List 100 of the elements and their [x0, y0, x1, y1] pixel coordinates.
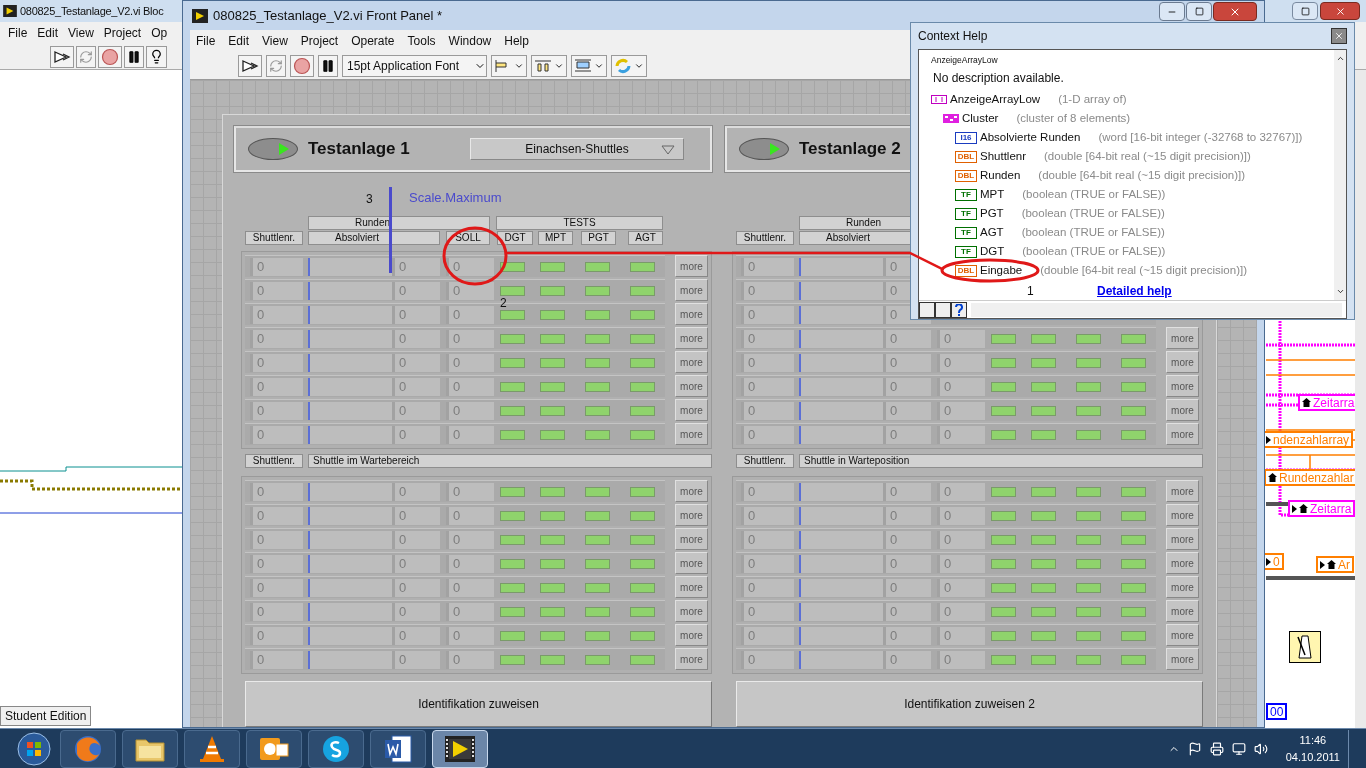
- resize-button[interactable]: [571, 54, 607, 77]
- font-dropdown[interactable]: 15pt Application Font: [342, 54, 487, 77]
- numeric-field: 0: [446, 578, 494, 597]
- more-button[interactable]: more: [1166, 576, 1199, 598]
- start-button[interactable]: [14, 729, 54, 768]
- volume-icon[interactable]: [1253, 741, 1268, 756]
- distribute-button[interactable]: [531, 54, 567, 77]
- type-tag: DBL: [955, 150, 977, 163]
- more-button[interactable]: more: [675, 303, 708, 325]
- assign-button[interactable]: Identifikation zuweisen: [245, 681, 712, 727]
- highlight-button[interactable]: [146, 45, 167, 68]
- maximize-button[interactable]: [1292, 2, 1318, 20]
- pause-button[interactable]: [124, 45, 144, 68]
- more-button[interactable]: more: [675, 327, 708, 349]
- more-button[interactable]: more: [675, 552, 708, 574]
- more-button[interactable]: more: [1166, 528, 1199, 550]
- detailed-help-link[interactable]: Detailed help: [1097, 282, 1172, 300]
- menu-item[interactable]: Project: [300, 32, 339, 50]
- help-button[interactable]: [951, 301, 967, 318]
- align-button[interactable]: [491, 54, 527, 77]
- taskbar-app[interactable]: [122, 729, 178, 768]
- close-button[interactable]: [1213, 2, 1257, 21]
- taskbar-app[interactable]: [370, 729, 426, 768]
- more-button[interactable]: more: [1166, 327, 1199, 349]
- more-button[interactable]: more: [675, 648, 708, 670]
- numeric-field: 0: [446, 506, 494, 525]
- house-icon: [1302, 398, 1311, 407]
- more-button[interactable]: more: [1166, 399, 1199, 421]
- more-button[interactable]: more: [1166, 504, 1199, 526]
- menu-item[interactable]: Window: [448, 32, 492, 50]
- scroll-down-icon[interactable]: [1335, 287, 1345, 296]
- more-button[interactable]: more: [1166, 423, 1199, 445]
- printer-icon[interactable]: [1209, 741, 1224, 756]
- more-button[interactable]: more: [1166, 375, 1199, 397]
- menu-item[interactable]: Op: [151, 24, 168, 42]
- numeric-field: 0: [937, 377, 985, 396]
- assign-button[interactable]: Identifikation zuweisen 2: [736, 681, 1203, 727]
- node-label: ndenzahlarray: [1273, 431, 1350, 449]
- more-button[interactable]: more: [675, 399, 708, 421]
- numeric-field: 0: [250, 554, 303, 573]
- more-button[interactable]: more: [675, 255, 708, 277]
- more-button[interactable]: more: [675, 624, 708, 646]
- menu-item[interactable]: View: [68, 24, 94, 42]
- resize-icon: [574, 58, 592, 73]
- numeric-field: 0: [392, 554, 440, 573]
- taskbar-app[interactable]: [308, 729, 364, 768]
- numeric-field: 0: [741, 530, 794, 549]
- numeric-field: 0: [392, 401, 440, 420]
- network-icon[interactable]: [1231, 741, 1246, 756]
- numeric-field: 0: [446, 626, 494, 645]
- more-button[interactable]: more: [1166, 351, 1199, 373]
- more-button[interactable]: more: [1166, 552, 1199, 574]
- type-description: (1-D array of): [1058, 91, 1127, 107]
- menu-item[interactable]: Operate: [351, 32, 395, 50]
- numeric-field: 0: [250, 578, 303, 597]
- scroll-up-icon[interactable]: [1335, 54, 1345, 63]
- more-button[interactable]: more: [1166, 648, 1199, 670]
- maximize-button[interactable]: [1186, 2, 1212, 21]
- scale-label: Scale.Maximum: [409, 189, 502, 207]
- more-button[interactable]: more: [675, 504, 708, 526]
- play-arrow-icon: [770, 143, 780, 155]
- more-button[interactable]: more: [675, 279, 708, 301]
- more-button[interactable]: more: [1166, 600, 1199, 622]
- more-button[interactable]: more: [675, 351, 708, 373]
- taskbar-app[interactable]: [184, 729, 240, 768]
- menu-item[interactable]: View: [262, 32, 288, 50]
- menu-item[interactable]: File: [196, 32, 216, 50]
- numeric-field: 0: [937, 329, 985, 348]
- numeric-field: 0: [937, 530, 985, 549]
- close-button[interactable]: [1331, 28, 1347, 44]
- house-icon: [1327, 560, 1336, 569]
- numeric-field: 0: [741, 482, 794, 501]
- more-button[interactable]: more: [675, 375, 708, 397]
- menu-item[interactable]: Help: [504, 32, 529, 50]
- reorder-button[interactable]: [611, 54, 647, 77]
- menu-item[interactable]: Project: [103, 24, 142, 42]
- more-button[interactable]: more: [1166, 624, 1199, 646]
- more-button[interactable]: more: [675, 576, 708, 598]
- menu-item[interactable]: Edit: [37, 24, 59, 42]
- more-button[interactable]: more: [1166, 480, 1199, 502]
- more-button[interactable]: more: [675, 528, 708, 550]
- mode-dropdown[interactable]: Einachsen-Shuttles: [470, 138, 684, 160]
- column-header: PGT: [581, 231, 616, 245]
- section-title: Testanlage 1: [308, 138, 410, 161]
- more-button[interactable]: more: [675, 600, 708, 622]
- pause-button[interactable]: [318, 54, 338, 77]
- vi-logo-icon: [192, 8, 208, 23]
- minimize-button[interactable]: [1159, 2, 1185, 21]
- node-label: Zeitarra: [1310, 500, 1352, 518]
- numeric-field: 0: [250, 305, 303, 324]
- menu-item[interactable]: Tools: [407, 32, 436, 50]
- more-button[interactable]: more: [675, 423, 708, 445]
- flag-icon[interactable]: [1187, 741, 1202, 756]
- menu-item[interactable]: Edit: [228, 32, 250, 50]
- more-button[interactable]: more: [675, 480, 708, 502]
- close-button[interactable]: [1320, 2, 1360, 20]
- clock-time[interactable]: 11:46: [1299, 732, 1327, 749]
- clock-date: 04.10.2011: [1285, 749, 1340, 765]
- menu-item[interactable]: File: [8, 24, 28, 42]
- taskbar-app[interactable]: [246, 729, 302, 768]
